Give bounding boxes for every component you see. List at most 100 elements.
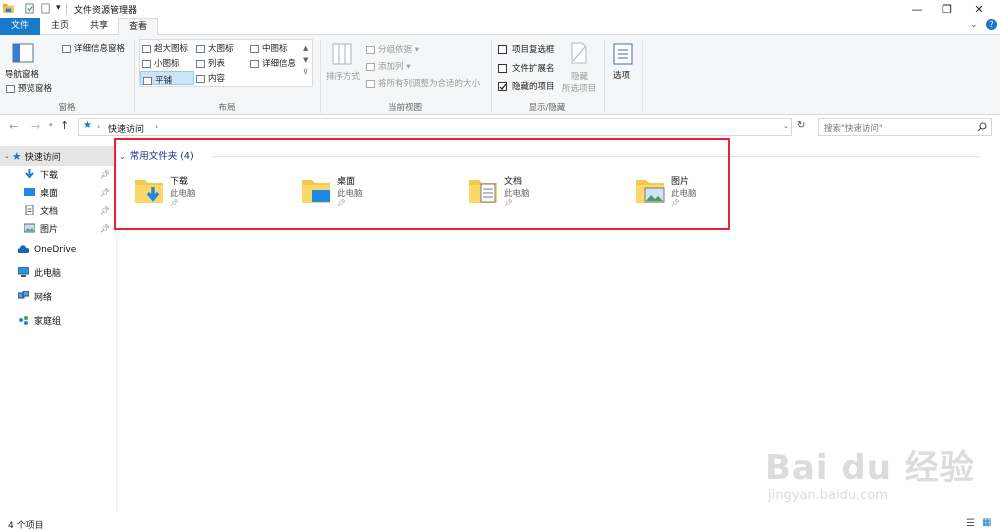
group-by-button[interactable]: 分组依据 ▾ — [366, 43, 419, 55]
nav-item-documents[interactable]: 文档 📌︎ — [0, 200, 114, 220]
navigation-pane-icon[interactable] — [12, 43, 34, 63]
nav-item-network[interactable]: 网络 — [0, 286, 114, 306]
tiles-icon — [143, 76, 152, 85]
layout-gallery-scroll[interactable]: ▲ ▼ ⊽ — [303, 42, 308, 78]
computer-icon — [18, 267, 29, 277]
layout-group-label: 布局 — [218, 103, 236, 113]
navigation-pane-button[interactable]: 导航窗格 — [5, 68, 39, 80]
breadcrumb-chevron-icon[interactable]: › — [97, 122, 100, 131]
pin-icon[interactable]: 📌︎ — [100, 188, 110, 197]
layout-medium-icons[interactable]: 中图标 — [250, 42, 288, 54]
item-checkboxes-label: 项目复选框 — [512, 45, 555, 55]
nav-item-label: 文档 — [40, 206, 59, 217]
file-extensions-toggle[interactable]: 文件扩展名 — [498, 62, 555, 74]
layout-label: 小图标 — [154, 59, 180, 69]
new-folder-icon[interactable] — [40, 3, 51, 14]
options-button[interactable]: 选项 — [613, 69, 630, 81]
sort-by-button[interactable]: 排序方式 — [326, 70, 360, 82]
sort-by-icon[interactable] — [331, 42, 353, 66]
details-view-icon[interactable]: ☰ — [966, 518, 975, 529]
address-history-icon[interactable]: ⌄ — [783, 122, 789, 130]
navigation-pane: ⌄ ★ 快速访问 下载 📌︎ 桌面 📌︎ 文档 📌︎ 图片 📌︎ OneDriv… — [0, 142, 116, 512]
layout-content[interactable]: 内容 — [196, 72, 225, 84]
refresh-icon[interactable]: ↻ — [797, 120, 805, 131]
group-by-label: 分组依据 — [378, 45, 413, 55]
details-pane-button[interactable]: 详细信息窗格 — [62, 42, 125, 54]
layout-tiles[interactable]: 平铺 — [140, 71, 194, 86]
up-arrow-icon[interactable]: ↑ — [60, 119, 69, 132]
tab-view[interactable]: 查看 — [118, 18, 158, 36]
explorer-icon[interactable] — [3, 3, 14, 14]
hidden-items-checkbox[interactable] — [498, 82, 507, 91]
forward-arrow-icon[interactable]: → — [31, 120, 40, 133]
nav-item-label: 快速访问 — [24, 152, 61, 163]
help-icon[interactable]: ? — [986, 19, 997, 30]
hide-selected-button-line2: 所选项目 — [562, 84, 597, 94]
tab-home[interactable]: 主页 — [40, 18, 80, 35]
ribbon-separator — [604, 39, 605, 113]
options-icon[interactable] — [613, 43, 633, 65]
file-extensions-checkbox[interactable] — [498, 64, 507, 73]
collapse-ribbon-icon[interactable]: ⌄ — [970, 20, 978, 30]
layout-extra-large-icons[interactable]: 超大图标 — [142, 42, 188, 54]
nav-item-desktop[interactable]: 桌面 📌︎ — [0, 182, 114, 202]
recent-locations-icon[interactable]: ▾ — [49, 121, 53, 129]
nav-item-pictures[interactable]: 图片 📌︎ — [0, 218, 114, 238]
pin-icon[interactable]: 📌︎ — [100, 170, 110, 179]
tab-share[interactable]: 共享 — [80, 18, 118, 35]
search-input[interactable]: 搜索"快速访问" — [818, 118, 992, 136]
download-icon — [25, 169, 34, 179]
address-bar[interactable]: ★ › 快速访问 › — [78, 118, 792, 136]
nav-item-label: 家庭组 — [34, 316, 62, 327]
quick-access-dropdown-icon[interactable]: ▾ — [56, 3, 61, 13]
breadcrumb-quick-access[interactable]: 快速访问 — [108, 122, 144, 135]
layout-list[interactable]: 列表 — [196, 57, 225, 69]
search-placeholder: 搜索"快速访问" — [824, 124, 883, 134]
properties-icon[interactable] — [24, 3, 35, 14]
small-icons-icon — [142, 59, 151, 68]
breadcrumb-chevron-icon[interactable]: › — [155, 122, 158, 131]
documents-icon — [25, 205, 34, 215]
panes-group-label: 窗格 — [58, 103, 76, 113]
maximize-button[interactable]: ❐ — [932, 0, 962, 18]
nav-item-onedrive[interactable]: OneDrive — [0, 240, 114, 260]
cloud-icon — [18, 245, 29, 253]
layout-label: 平铺 — [155, 76, 173, 86]
nav-item-label: OneDrive — [34, 245, 77, 255]
layout-large-icons[interactable]: 大图标 — [196, 42, 234, 54]
nav-item-downloads[interactable]: 下载 📌︎ — [0, 164, 114, 184]
hidden-items-toggle[interactable]: 隐藏的项目 — [498, 80, 555, 92]
layout-label: 内容 — [208, 74, 226, 84]
star-icon: ★ — [11, 149, 22, 163]
add-columns-icon — [366, 62, 375, 71]
preview-pane-button[interactable]: 预览窗格 — [6, 82, 52, 94]
nav-item-homegroup[interactable]: 家庭组 — [0, 310, 114, 330]
item-checkboxes-toggle[interactable]: 项目复选框 — [498, 43, 555, 55]
search-icon[interactable] — [977, 122, 987, 132]
size-all-columns-button[interactable]: 将所有列调整为合适的大小 — [366, 77, 480, 89]
item-checkboxes-checkbox[interactable] — [498, 45, 507, 54]
hide-selected-icon[interactable] — [569, 41, 589, 65]
pin-icon[interactable]: 📌︎ — [100, 206, 110, 215]
list-icon — [196, 59, 205, 68]
minimize-button[interactable]: — — [902, 0, 932, 18]
ribbon-separator — [642, 39, 643, 113]
ribbon: 导航窗格 预览窗格 详细信息窗格 窗格 超大图标 大图标 中图标 小图标 列表 … — [0, 35, 1000, 115]
current-view-group-label: 当前视图 — [387, 103, 422, 113]
nav-item-quick-access[interactable]: ⌄ ★ 快速访问 — [0, 146, 114, 166]
nav-item-this-pc[interactable]: 此电脑 — [0, 262, 114, 282]
large-icons-view-icon[interactable]: ▦ — [982, 517, 991, 528]
tab-file[interactable]: 文件 — [0, 18, 40, 35]
layout-label: 大图标 — [208, 44, 234, 54]
add-columns-button[interactable]: 添加列 ▾ — [366, 60, 410, 72]
close-button[interactable]: ✕ — [964, 0, 994, 18]
hide-selected-button[interactable]: 隐藏 — [571, 70, 588, 82]
size-columns-label: 将所有列调整为合适的大小 — [378, 79, 481, 89]
collapse-chevron-icon[interactable]: ⌄ — [4, 152, 10, 160]
highlight-rectangle — [114, 138, 730, 230]
layout-small-icons[interactable]: 小图标 — [142, 57, 180, 69]
layout-details[interactable]: 详细信息 — [250, 57, 296, 69]
size-columns-icon — [366, 79, 375, 88]
back-arrow-icon[interactable]: ← — [9, 120, 18, 133]
pin-icon[interactable]: 📌︎ — [100, 224, 110, 233]
